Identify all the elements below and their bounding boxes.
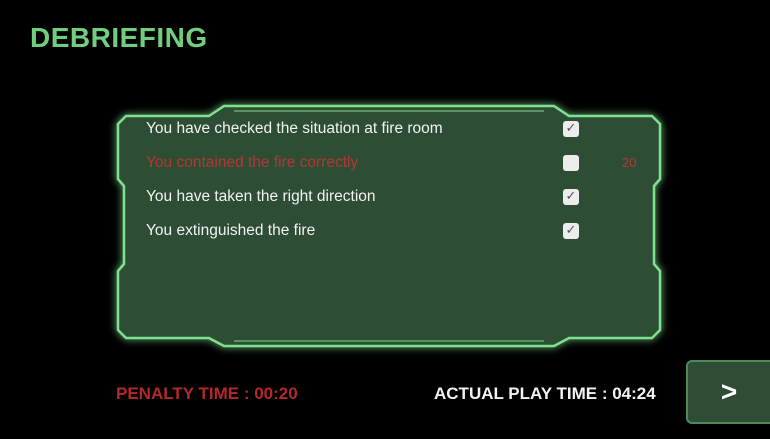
empty-checkbox-icon xyxy=(563,155,579,171)
next-arrow-icon: > xyxy=(720,376,738,407)
checklist-item-failed: You contained the fire correctly 20 xyxy=(146,152,656,174)
checklist-item-label: You have checked the situation at fire r… xyxy=(146,120,443,137)
penalty-time: PENALTY TIME : 00:20 xyxy=(116,384,298,403)
check-mark-icon: ✓ xyxy=(563,223,579,239)
checklist-item: You have checked the situation at fire r… xyxy=(146,118,656,140)
check-mark-icon: ✓ xyxy=(563,121,579,137)
checklist-item: You have taken the right direction ✓ xyxy=(146,186,656,208)
checklist-item: You extinguished the fire ✓ xyxy=(146,220,656,242)
check-mark-icon: ✓ xyxy=(563,189,579,205)
checklist-item-label: You have taken the right direction xyxy=(146,188,376,205)
checklist: You have checked the situation at fire r… xyxy=(114,104,664,348)
checklist-item-label: You contained the fire correctly xyxy=(146,154,359,171)
screen-title: DEBRIEFING xyxy=(30,22,208,53)
debrief-panel: You have checked the situation at fire r… xyxy=(114,104,664,348)
checklist-item-label: You extinguished the fire xyxy=(146,222,316,239)
penalty-value: 20 xyxy=(622,155,637,170)
actual-play-time: ACTUAL PLAY TIME : 04:24 xyxy=(434,384,656,403)
next-button[interactable]: > xyxy=(686,360,770,424)
